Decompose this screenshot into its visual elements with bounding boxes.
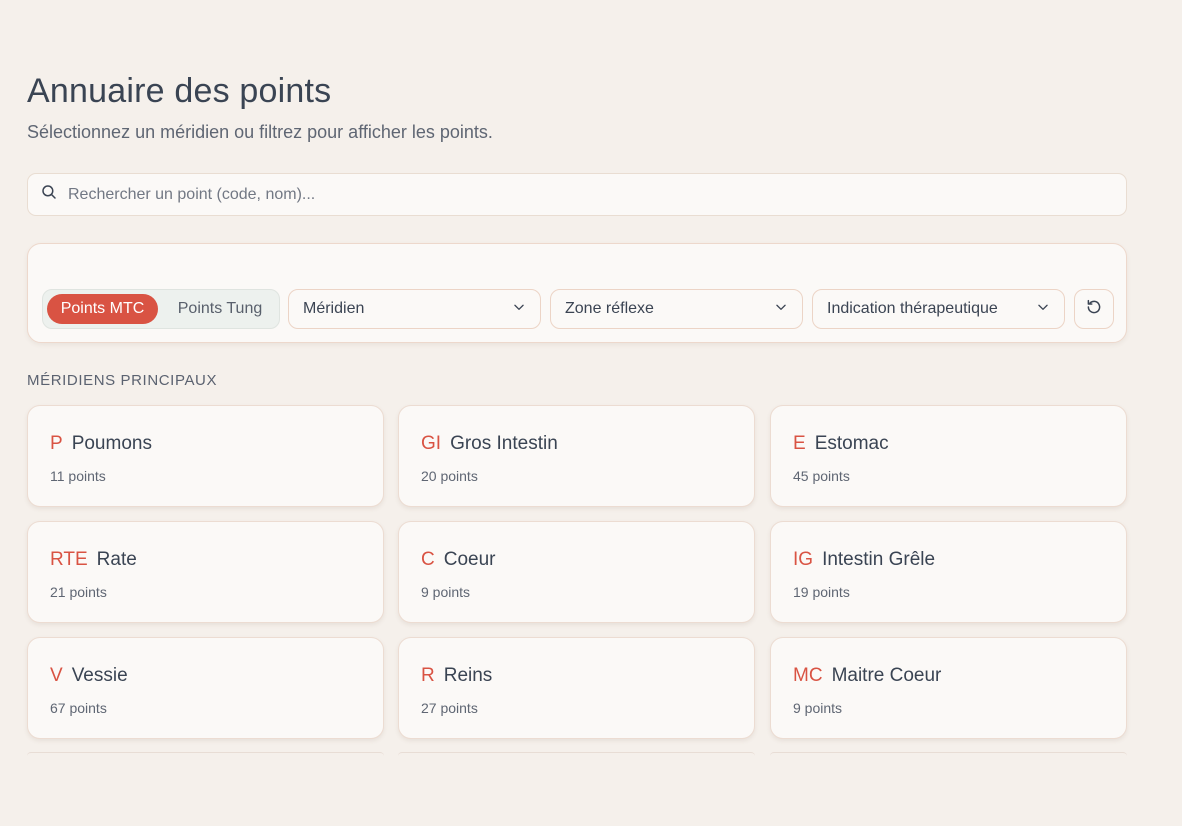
meridian-code: P <box>50 433 63 454</box>
meridian-count: 20 points <box>421 468 478 484</box>
search-icon <box>40 183 58 206</box>
card-edge-partial <box>27 752 384 756</box>
page: Annuaire des points Sélectionnez un méri… <box>0 0 1182 826</box>
meridian-card[interactable]: V Vessie 67 points <box>27 637 384 739</box>
search-bar[interactable] <box>27 173 1127 216</box>
meridian-name: Intestin Grêle <box>822 549 936 570</box>
indication-select[interactable]: Indication thérapeutique <box>812 289 1065 329</box>
card-edge-partial <box>770 752 1127 756</box>
meridian-name: Coeur <box>443 549 496 570</box>
section-label: MÉRIDIENS PRINCIPAUX <box>27 372 218 389</box>
meridian-card[interactable]: R Reins 27 points <box>398 637 755 739</box>
meridien-select[interactable]: Méridien <box>288 289 541 329</box>
meridian-name: Rate <box>96 549 137 570</box>
meridian-count: 9 points <box>421 584 471 600</box>
indication-select-label: Indication thérapeutique <box>827 300 998 317</box>
meridian-name: Poumons <box>71 433 152 454</box>
meridian-name: Reins <box>443 665 493 686</box>
meridian-name: Maitre Coeur <box>831 665 942 686</box>
meridian-count: 19 points <box>793 584 850 600</box>
meridian-code: RTE <box>50 549 88 570</box>
meridian-code: C <box>421 549 435 570</box>
zone-select-label: Zone réflexe <box>565 300 654 317</box>
meridian-card[interactable]: GI Gros Intestin 20 points <box>398 405 755 507</box>
toggle-points-mtc[interactable]: Points MTC <box>47 294 158 324</box>
meridian-heading: R Reins <box>421 665 492 687</box>
meridian-heading: MC Maitre Coeur <box>793 665 941 687</box>
meridian-card[interactable]: MC Maitre Coeur 9 points <box>770 637 1127 739</box>
page-title: Annuaire des points <box>27 72 332 110</box>
reset-icon <box>1085 298 1103 321</box>
meridian-name: Vessie <box>71 665 128 686</box>
meridian-count: 45 points <box>793 468 850 484</box>
chevron-down-icon <box>1036 300 1050 319</box>
meridian-heading: RTE Rate <box>50 549 137 571</box>
meridian-count: 21 points <box>50 584 107 600</box>
meridian-count: 67 points <box>50 700 107 716</box>
toggle-points-tung[interactable]: Points Tung <box>164 294 276 324</box>
meridian-name: Estomac <box>814 433 889 454</box>
chevron-down-icon <box>512 300 526 319</box>
meridian-count: 11 points <box>50 468 106 484</box>
point-type-toggle: Points MTC Points Tung <box>42 289 280 329</box>
meridian-card[interactable]: E Estomac 45 points <box>770 405 1127 507</box>
meridian-code: IG <box>793 549 814 570</box>
meridian-heading: E Estomac <box>793 433 889 455</box>
meridian-heading: GI Gros Intestin <box>421 433 558 455</box>
chevron-down-icon <box>774 300 788 319</box>
page-subtitle: Sélectionnez un méridien ou filtrez pour… <box>27 122 493 142</box>
meridian-name: Gros Intestin <box>450 433 558 454</box>
card-edge-partial <box>398 752 755 756</box>
filter-panel: Points MTC Points Tung Méridien Zone réf… <box>27 243 1127 343</box>
meridian-card[interactable]: RTE Rate 21 points <box>27 521 384 623</box>
meridian-code: E <box>793 433 806 454</box>
search-input[interactable] <box>68 185 1108 204</box>
meridian-card[interactable]: P Poumons 11 points <box>27 405 384 507</box>
meridian-heading: V Vessie <box>50 665 128 687</box>
meridian-code: GI <box>421 433 442 454</box>
meridien-select-label: Méridien <box>303 300 365 317</box>
meridian-code: V <box>50 665 63 686</box>
reset-filters-button[interactable] <box>1074 289 1114 329</box>
meridian-count: 27 points <box>421 700 478 716</box>
meridian-code: R <box>421 665 435 686</box>
meridian-card[interactable]: IG Intestin Grêle 19 points <box>770 521 1127 623</box>
meridian-card[interactable]: C Coeur 9 points <box>398 521 755 623</box>
meridian-code: MC <box>793 665 823 686</box>
zone-reflexe-select[interactable]: Zone réflexe <box>550 289 803 329</box>
meridian-heading: IG Intestin Grêle <box>793 549 935 571</box>
meridian-count: 9 points <box>793 700 843 716</box>
meridian-heading: P Poumons <box>50 433 152 455</box>
meridian-heading: C Coeur <box>421 549 495 571</box>
